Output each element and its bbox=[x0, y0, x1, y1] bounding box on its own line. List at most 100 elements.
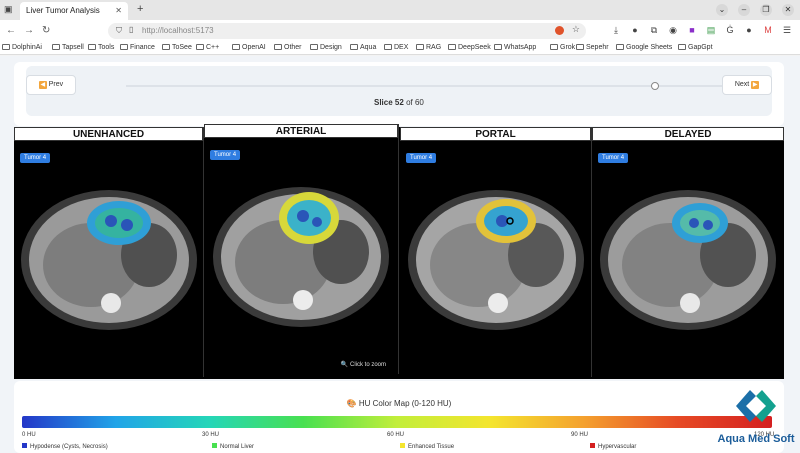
green-extension-icon[interactable]: ▤ bbox=[706, 25, 716, 36]
address-bar[interactable]: ⛉ ▯ http://localhost:5173 ☆ bbox=[108, 23, 586, 39]
bookmark-label: OpenAI bbox=[242, 44, 266, 51]
bookmark-label: Aqua bbox=[360, 44, 377, 51]
slice-word: Slice bbox=[374, 98, 393, 107]
folder-icon bbox=[678, 44, 686, 50]
hu-color-map-card: 🎨 HU Color Map (0-120 HU) 0 HU 30 HU 60 … bbox=[14, 381, 784, 453]
toolbar-icons: ⤓ ● ⧉ ◉ ■ ▤ Ġ ● M ☰ bbox=[611, 25, 792, 36]
bookmark-tools[interactable]: Tools bbox=[88, 44, 114, 51]
circle-extension-icon[interactable]: ◉ bbox=[668, 25, 678, 36]
ct-scan-image[interactable] bbox=[598, 185, 778, 335]
zoom-hint-text: Click to zoom bbox=[349, 362, 386, 368]
bookmark-sepehr[interactable]: Sepehr bbox=[576, 44, 609, 51]
close-tab-icon[interactable]: ✕ bbox=[115, 6, 122, 15]
slice-current: 52 bbox=[394, 98, 404, 107]
bookmark-dex[interactable]: DEX bbox=[384, 44, 408, 51]
tumor-badge[interactable]: Tumor 4 bbox=[210, 150, 241, 160]
menu-icon[interactable]: ☰ bbox=[782, 25, 792, 36]
folder-icon bbox=[448, 44, 456, 50]
next-button[interactable]: Next ▶ bbox=[722, 75, 772, 95]
browser-tab[interactable]: Liver Tumor Analysis ✕ bbox=[20, 2, 128, 20]
download-icon[interactable]: ⤓ bbox=[611, 25, 621, 36]
close-window-icon[interactable]: ✕ bbox=[782, 4, 794, 16]
bookmark-google-sheets[interactable]: Google Sheets bbox=[616, 44, 672, 51]
tumor-badge[interactable]: Tumor 4 bbox=[406, 153, 437, 163]
forward-icon[interactable]: → bbox=[24, 25, 34, 36]
hu-tick: 0 HU bbox=[22, 432, 36, 438]
hu-gradient-bar bbox=[22, 416, 772, 428]
bookmark-c-[interactable]: C++ bbox=[196, 44, 219, 51]
bookmark-tosee[interactable]: ToSee bbox=[162, 44, 192, 51]
hu-map-title: 🎨 HU Color Map (0-120 HU) bbox=[14, 399, 784, 408]
folder-icon bbox=[616, 44, 624, 50]
legend-swatch bbox=[400, 443, 405, 448]
dark-extension-icon[interactable]: ● bbox=[744, 25, 754, 36]
tab-title: Liver Tumor Analysis bbox=[26, 6, 100, 15]
panel-unenhanced[interactable]: UNENHANCED Tumor 4 bbox=[14, 127, 204, 377]
chevron-down-icon[interactable]: ⌄ bbox=[716, 4, 728, 16]
shield-icon[interactable]: ⛉ bbox=[116, 26, 122, 36]
bookmark-design[interactable]: Design bbox=[310, 44, 342, 51]
bookmark-other[interactable]: Other bbox=[274, 44, 302, 51]
tumor-badge[interactable]: Tumor 4 bbox=[598, 153, 629, 163]
ct-scan-image[interactable] bbox=[211, 182, 391, 332]
slider-thumb[interactable] bbox=[650, 82, 659, 90]
restore-icon[interactable]: ❐ bbox=[760, 4, 772, 16]
bookmark-finance[interactable]: Finance bbox=[120, 44, 155, 51]
legend-hypervascular: Hypervascular bbox=[590, 443, 636, 450]
legend-label: Normal Liver bbox=[220, 444, 255, 450]
bookmark-grok[interactable]: Grok bbox=[550, 44, 575, 51]
new-tab-icon[interactable]: + bbox=[137, 3, 143, 15]
bookmark-label: Other bbox=[284, 44, 302, 51]
bookmark-gapgpt[interactable]: GapGpt bbox=[678, 44, 713, 51]
bookmark-label: DEX bbox=[394, 44, 409, 51]
legend-enhanced-tissue: Enhanced Tissue bbox=[400, 443, 454, 450]
slice-navigation-card: ◀ Prev Slice 52 of 60 Next ▶ bbox=[14, 62, 784, 126]
ct-scan-image[interactable] bbox=[19, 185, 199, 335]
aqua-med-soft-logo-icon bbox=[736, 390, 776, 422]
bookmark-label: WhatsApp bbox=[504, 44, 537, 51]
ct-scan-image[interactable] bbox=[406, 185, 586, 335]
bookmark-label: Grok bbox=[560, 44, 576, 51]
tab-list-icon[interactable]: ▣ bbox=[4, 4, 13, 15]
watermark-logo: Aqua Med Soft bbox=[716, 384, 796, 445]
palette-icon: 🎨 bbox=[346, 399, 357, 408]
bookmark-openai[interactable]: OpenAI bbox=[232, 44, 266, 51]
bookmark-rag[interactable]: RAG bbox=[416, 44, 441, 51]
panel-portal[interactable]: PORTAL Tumor 4 bbox=[400, 127, 592, 377]
back-icon[interactable]: ← bbox=[6, 25, 16, 36]
slice-indicator: Slice 52 of 60 bbox=[374, 98, 424, 107]
phase-title: PORTAL bbox=[400, 127, 591, 141]
bookmark-tapsell[interactable]: Tapsell bbox=[52, 44, 84, 51]
legend-swatch bbox=[22, 443, 27, 448]
reload-icon[interactable]: ↻ bbox=[42, 25, 50, 36]
prev-button[interactable]: ◀ Prev bbox=[26, 75, 76, 95]
bookmark-dolphinai[interactable]: DolphinAi bbox=[2, 44, 42, 51]
account-icon[interactable]: ● bbox=[630, 25, 640, 36]
app-page: ◀ Prev Slice 52 of 60 Next ▶ UNENHANCED … bbox=[0, 56, 800, 453]
watermark-text: Aqua Med Soft bbox=[717, 433, 795, 445]
grammar-extension-icon[interactable]: Ġ bbox=[725, 25, 735, 36]
legend-swatch bbox=[212, 443, 217, 448]
gmail-icon[interactable]: M bbox=[763, 25, 773, 36]
hu-map-title-text: HU Color Map (0-120 HU) bbox=[358, 399, 452, 408]
bookmark-aqua[interactable]: Aqua bbox=[350, 44, 376, 51]
bookmark-label: Tools bbox=[98, 44, 115, 51]
minimize-icon[interactable]: – bbox=[738, 4, 750, 16]
extensions-icon[interactable]: ⧉ bbox=[649, 25, 659, 36]
bookmark-whatsapp[interactable]: WhatsApp bbox=[494, 44, 536, 51]
slice-slider[interactable] bbox=[126, 82, 736, 90]
bookmark-label: Google Sheets bbox=[626, 44, 673, 51]
bookmark-label: DeepSeek bbox=[458, 44, 491, 51]
bookmark-star-icon[interactable]: ☆ bbox=[572, 24, 580, 35]
panel-arterial[interactable]: ARTERIAL Tumor 4 🔍 Click to zoom bbox=[204, 124, 399, 374]
purple-extension-icon[interactable]: ■ bbox=[687, 25, 697, 36]
panel-delayed[interactable]: DELAYED Tumor 4 bbox=[592, 127, 784, 377]
folder-icon bbox=[120, 44, 128, 50]
legend-label: Hypervascular bbox=[598, 444, 637, 450]
bookmark-deepseek[interactable]: DeepSeek bbox=[448, 44, 491, 51]
bookmark-label: RAG bbox=[426, 44, 442, 51]
tumor-badge[interactable]: Tumor 4 bbox=[20, 153, 51, 163]
extension-icon[interactable] bbox=[555, 26, 564, 35]
page-info-icon[interactable]: ▯ bbox=[129, 25, 133, 34]
bookmark-label: Sepehr bbox=[586, 44, 609, 51]
